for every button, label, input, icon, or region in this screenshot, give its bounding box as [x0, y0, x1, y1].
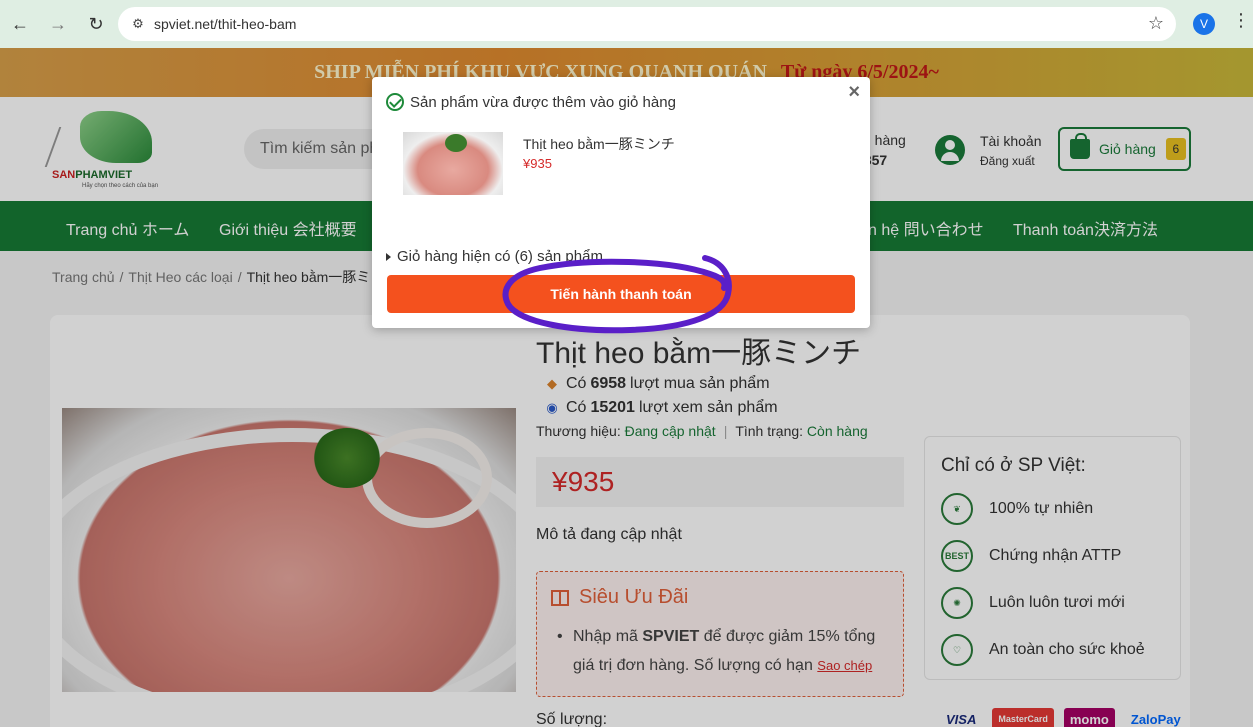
check-circle-icon: [386, 93, 404, 111]
close-icon[interactable]: ×: [848, 81, 860, 104]
url-text[interactable]: spviet.net/thit-heo-bam: [154, 16, 296, 32]
add-to-cart-modal: × Sản phẩm vừa được thêm vào giỏ hàng Th…: [372, 77, 870, 328]
profile-avatar[interactable]: V: [1193, 13, 1215, 35]
bookmark-star-icon[interactable]: ☆: [1148, 13, 1164, 34]
browser-menu-icon[interactable]: ⋮: [1232, 10, 1250, 31]
caret-right-icon: [386, 252, 391, 261]
site-info-icon[interactable]: ⚙: [128, 14, 148, 34]
modal-product-name[interactable]: Thịt heo bằm一豚ミンチ: [523, 134, 675, 154]
browser-toolbar: ← → ↻ ⚙ spviet.net/thit-heo-bam ☆ V ⋮: [0, 0, 1253, 48]
modal-product-thumbnail: [403, 132, 503, 195]
forward-icon[interactable]: →: [40, 6, 76, 42]
cart-summary-toggle[interactable]: Giỏ hàng hiện có (6) sản phẩm: [386, 248, 603, 265]
address-bar[interactable]: ⚙ spviet.net/thit-heo-bam ☆: [118, 7, 1176, 41]
checkout-button[interactable]: Tiến hành thanh toán: [387, 275, 855, 313]
modal-title: Sản phẩm vừa được thêm vào giỏ hàng: [386, 93, 676, 111]
back-icon[interactable]: ←: [2, 6, 38, 42]
reload-icon[interactable]: ↻: [78, 6, 114, 42]
modal-product-price: ¥935: [523, 156, 552, 171]
